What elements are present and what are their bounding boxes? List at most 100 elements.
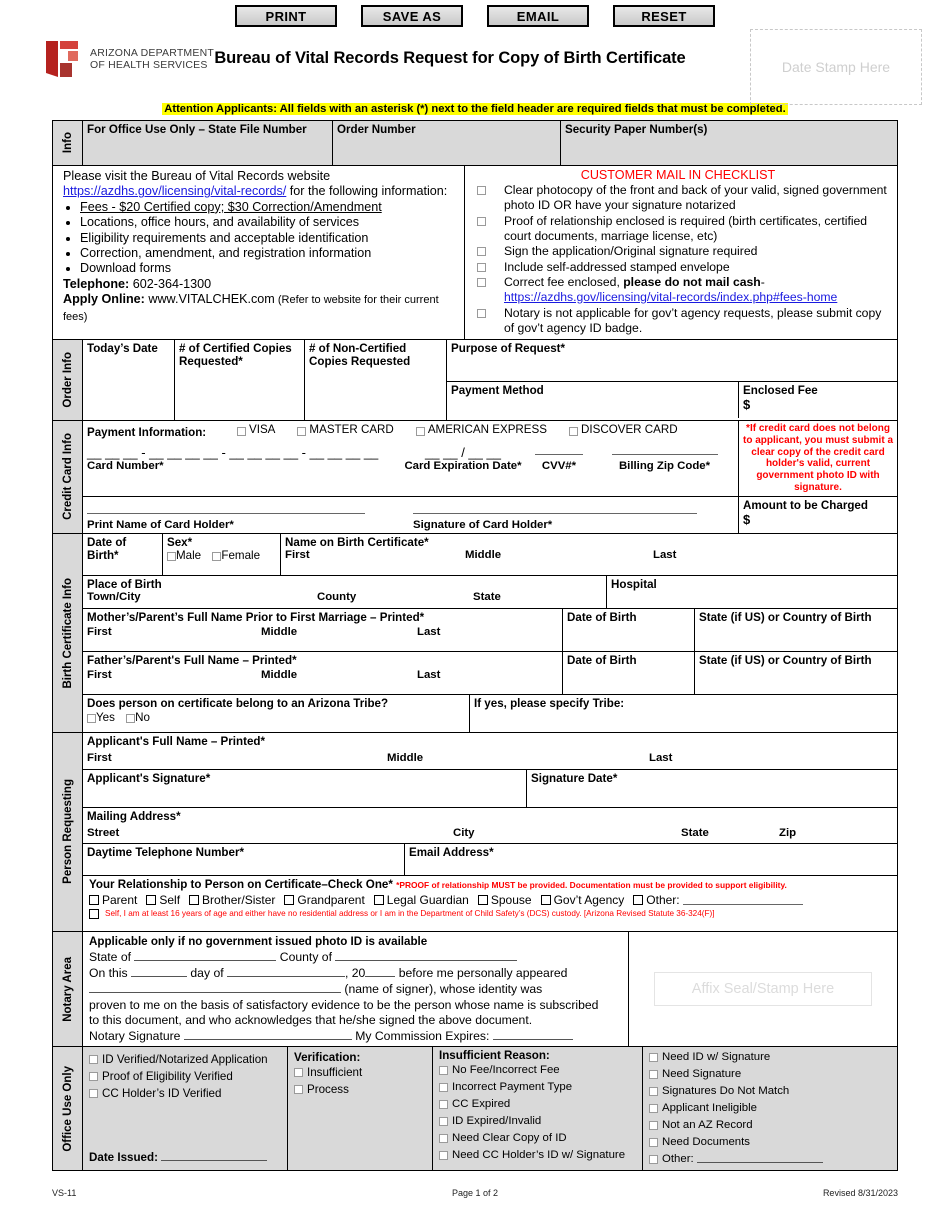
field-security-paper-number[interactable]: Security Paper Number(s) bbox=[561, 121, 897, 165]
field-date-issued[interactable]: Date Issued: bbox=[89, 1149, 268, 1164]
checklist-item[interactable]: Clear photocopy of the front and back of… bbox=[465, 183, 891, 213]
checklist-item[interactable]: Notary is not applicable for gov’t agenc… bbox=[465, 306, 891, 336]
checkbox-icon[interactable] bbox=[237, 426, 246, 436]
checkbox-need-cc-holder-id[interactable]: Need CC Holder’s ID w/ Signature bbox=[439, 1147, 636, 1164]
checklist-item[interactable]: Include self-addressed stamped envelope bbox=[465, 260, 891, 275]
field-todays-date[interactable]: Today’s Date bbox=[83, 340, 175, 420]
fees-home-link[interactable]: https://azdhs.gov/licensing/vital-record… bbox=[504, 290, 837, 304]
checkbox-icon[interactable] bbox=[477, 247, 486, 256]
checkbox-id-expired[interactable]: ID Expired/Invalid bbox=[439, 1113, 636, 1130]
checkbox-icon[interactable] bbox=[89, 1055, 98, 1065]
checklist-item[interactable]: Sign the application/Original signature … bbox=[465, 244, 891, 259]
notary-line-signature[interactable]: Notary Signature My Commission Expires: bbox=[89, 1028, 622, 1044]
save-as-button[interactable]: SAVE AS bbox=[361, 5, 463, 27]
checkbox-icon[interactable] bbox=[297, 426, 307, 436]
checkbox-icon[interactable] bbox=[284, 894, 295, 905]
checkbox-icon[interactable] bbox=[649, 1087, 658, 1097]
checkbox-icon[interactable] bbox=[294, 1068, 303, 1078]
checkbox-icon[interactable] bbox=[477, 894, 488, 905]
card-number-field[interactable]: __ __ __ - __ __ __ __ - __ __ __ __ - _… bbox=[87, 445, 403, 472]
notary-line-signer[interactable]: (name of signer), whose identity was bbox=[89, 981, 622, 997]
notary-line-date[interactable]: On this day of , 20 before me personally… bbox=[89, 965, 622, 981]
card-expiration-field[interactable]: __ __ / __ __ Card Expiration Date* bbox=[403, 445, 523, 472]
checkbox-icon[interactable] bbox=[569, 426, 578, 436]
checkbox-icon[interactable] bbox=[189, 894, 200, 905]
checkbox-icon[interactable] bbox=[89, 1072, 98, 1082]
print-name-cardholder-field[interactable]: Print Name of Card Holder* bbox=[87, 501, 387, 531]
checklist-item[interactable]: Correct fee enclosed, please do not mail… bbox=[465, 275, 891, 305]
field-order-number[interactable]: Order Number bbox=[333, 121, 561, 165]
checkbox-icon[interactable] bbox=[89, 1089, 98, 1099]
field-name-on-certificate[interactable]: Name on Birth Certificate* First Middle … bbox=[281, 534, 897, 575]
checkbox-tribe-yes[interactable]: Yes bbox=[87, 711, 115, 724]
self-statute-row[interactable]: Self, I am at least 16 years of age and … bbox=[89, 908, 891, 919]
field-arizona-tribe[interactable]: Does person on certificate belong to an … bbox=[83, 694, 470, 732]
print-button[interactable]: PRINT bbox=[235, 5, 337, 27]
field-applicant-full-name[interactable]: Applicant's Full Name – Printed* First M… bbox=[83, 733, 897, 769]
checkbox-icon[interactable] bbox=[146, 894, 157, 905]
checkbox-icon[interactable] bbox=[439, 1134, 448, 1144]
checkbox-grandparent[interactable]: Grandparent bbox=[284, 893, 365, 907]
checkbox-icon[interactable] bbox=[477, 308, 486, 318]
field-father-birthplace[interactable]: State (if US) or Country of Birth bbox=[695, 652, 897, 694]
field-state-file-number[interactable]: For Office Use Only – State File Number bbox=[83, 121, 333, 165]
checkbox-need-documents[interactable]: Need Documents bbox=[649, 1134, 891, 1151]
checkbox-icon[interactable] bbox=[373, 894, 384, 905]
field-place-of-birth[interactable]: Place of Birth Town/City County State bbox=[83, 575, 607, 608]
checkbox-icon[interactable] bbox=[89, 894, 99, 905]
checkbox-cc-holder-id-verified[interactable]: CC Holder’s ID Verified bbox=[89, 1085, 281, 1102]
field-payment-method[interactable]: Payment Method bbox=[447, 382, 739, 418]
checkbox-brother-sister[interactable]: Brother/Sister bbox=[189, 893, 275, 907]
checkbox-icon[interactable] bbox=[649, 1053, 658, 1063]
checkbox-signatures-do-not-match[interactable]: Signatures Do Not Match bbox=[649, 1083, 891, 1100]
field-mother-birthplace[interactable]: State (if US) or Country of Birth bbox=[695, 609, 897, 651]
checkbox-need-id-signature[interactable]: Need ID w/ Signature bbox=[649, 1049, 891, 1066]
field-hospital[interactable]: Hospital bbox=[607, 576, 897, 608]
checkbox-icon[interactable] bbox=[633, 894, 644, 905]
field-certified-copies[interactable]: # of Certified Copies Requested* bbox=[175, 340, 305, 420]
checkbox-master-card[interactable]: MASTER CARD bbox=[297, 423, 394, 436]
checkbox-icon[interactable] bbox=[477, 216, 486, 226]
checkbox-visa[interactable]: VISA bbox=[237, 423, 275, 436]
field-purpose-of-request[interactable]: Purpose of Request* bbox=[447, 340, 897, 382]
checkbox-no-fee[interactable]: No Fee/Incorrect Fee bbox=[439, 1062, 636, 1079]
checkbox-icon[interactable] bbox=[439, 1117, 448, 1127]
email-button[interactable]: EMAIL bbox=[487, 5, 589, 27]
field-mother-name[interactable]: Mother’s/Parent’s Full Name Prior to Fir… bbox=[83, 608, 563, 651]
checkbox-verification-insufficient[interactable]: Insufficient bbox=[294, 1064, 426, 1081]
signature-cardholder-field[interactable]: Signature of Card Holder* bbox=[387, 501, 734, 531]
checkbox-icon[interactable] bbox=[649, 1138, 658, 1148]
field-amount-to-be-charged[interactable]: Amount to be Charged $ bbox=[739, 497, 897, 533]
field-signature-date[interactable]: Signature Date* bbox=[527, 770, 897, 807]
checkbox-not-az-record[interactable]: Not an AZ Record bbox=[649, 1117, 891, 1134]
checkbox-icon[interactable] bbox=[89, 908, 99, 919]
field-daytime-telephone[interactable]: Daytime Telephone Number* bbox=[83, 843, 405, 875]
checkbox-icon[interactable] bbox=[477, 186, 486, 195]
checkbox-icon[interactable] bbox=[87, 714, 96, 724]
checkbox-legal-guardian[interactable]: Legal Guardian bbox=[373, 893, 469, 907]
checkbox-icon[interactable] bbox=[649, 1155, 658, 1165]
checkbox-icon[interactable] bbox=[649, 1104, 658, 1114]
checkbox-icon[interactable] bbox=[439, 1083, 448, 1093]
checkbox-icon[interactable] bbox=[167, 552, 176, 562]
checkbox-discover-card[interactable]: DISCOVER CARD bbox=[569, 423, 678, 436]
field-specify-tribe[interactable]: If yes, please specify Tribe: bbox=[470, 695, 897, 732]
checkbox-icon[interactable] bbox=[649, 1070, 658, 1080]
field-email-address[interactable]: Email Address* bbox=[405, 844, 897, 875]
checkbox-applicant-ineligible[interactable]: Applicant Ineligible bbox=[649, 1100, 891, 1117]
checkbox-incorrect-payment-type[interactable]: Incorrect Payment Type bbox=[439, 1079, 636, 1096]
checkbox-icon[interactable] bbox=[439, 1100, 448, 1110]
checkbox-icon[interactable] bbox=[540, 894, 551, 905]
checkbox-icon[interactable] bbox=[415, 426, 425, 436]
checkbox-id-verified[interactable]: ID Verified/Notarized Application bbox=[89, 1051, 281, 1068]
checkbox-other[interactable]: Other: bbox=[633, 893, 803, 907]
checklist-item[interactable]: Proof of relationship enclosed is requir… bbox=[465, 214, 891, 244]
field-applicant-signature[interactable]: Applicant's Signature* bbox=[83, 769, 527, 807]
checkbox-need-clear-copy-id[interactable]: Need Clear Copy of ID bbox=[439, 1130, 636, 1147]
checkbox-need-signature[interactable]: Need Signature bbox=[649, 1066, 891, 1083]
billing-zip-field[interactable]: Billing Zip Code* bbox=[595, 442, 734, 472]
checkbox-verification-process[interactable]: Process bbox=[294, 1081, 426, 1098]
checkbox-icon[interactable] bbox=[477, 278, 486, 287]
checkbox-sex-male[interactable]: Male bbox=[167, 549, 201, 562]
checkbox-american-express[interactable]: AMERICAN EXPRESS bbox=[415, 423, 547, 436]
